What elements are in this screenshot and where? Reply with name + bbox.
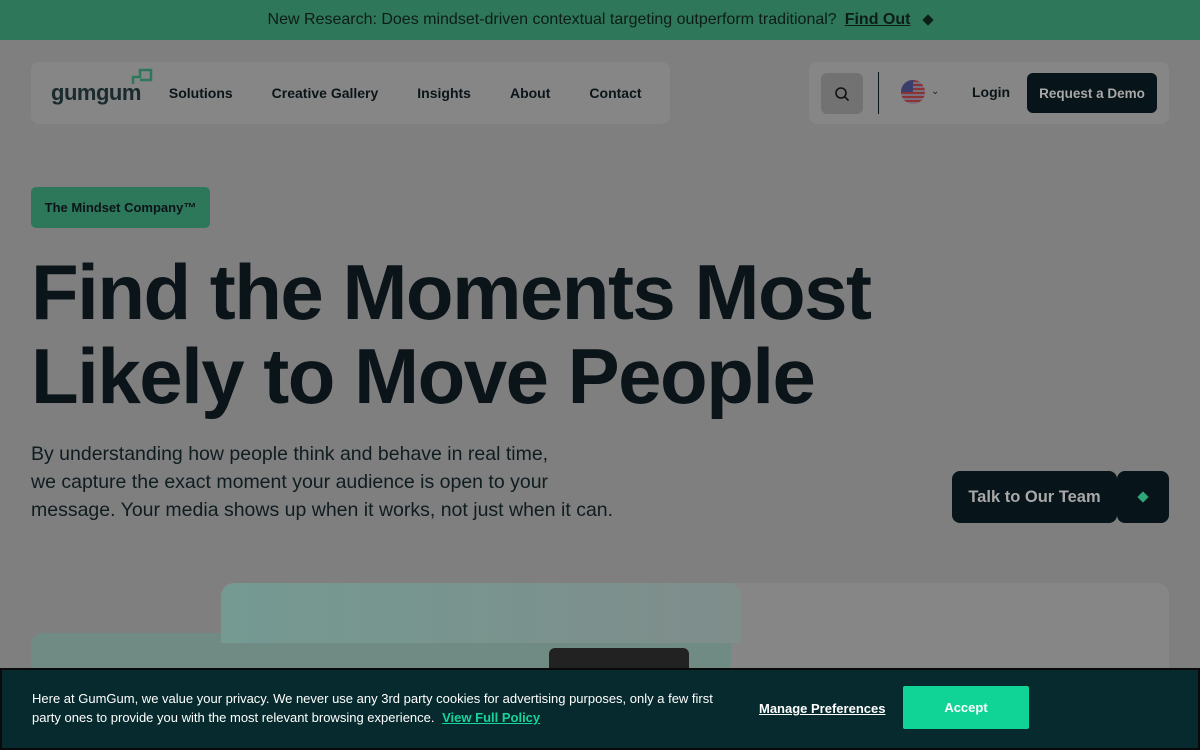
logo-mark-icon: [131, 68, 153, 84]
announcement-bar: New Research: Does mindset-driven contex…: [0, 0, 1200, 40]
search-icon: [835, 86, 850, 101]
cookie-message: Here at GumGum, we value your privacy. W…: [32, 689, 732, 727]
search-button[interactable]: [821, 73, 863, 114]
nav-solutions[interactable]: Solutions: [169, 85, 233, 101]
find-out-link[interactable]: Find Out: [845, 11, 911, 29]
description-line-1: By understanding how people think and be…: [31, 443, 549, 465]
headline-line-2: Likely to Move People: [31, 332, 816, 420]
talk-to-team-button[interactable]: Talk to Our Team: [952, 471, 1117, 523]
announcement-text: New Research: Does mindset-driven contex…: [267, 11, 837, 28]
nav-insights[interactable]: Insights: [417, 85, 471, 101]
cookie-line-1: Here at GumGum, we value your privacy. W…: [32, 691, 713, 706]
utility-nav: ⌄ Login Request a Demo: [809, 62, 1169, 124]
cta-arrow-button[interactable]: [1117, 471, 1169, 523]
hero-media: [31, 583, 1169, 693]
diamond-icon: [1137, 491, 1149, 503]
cookie-line-2: party ones to provide you with the most …: [32, 710, 435, 725]
hero-headline: Find the Moments Most Likely to Move Peo…: [31, 250, 931, 418]
login-link[interactable]: Login: [972, 84, 1010, 100]
description-line-3: message. Your media shows up when it wor…: [31, 499, 614, 521]
manage-preferences-link[interactable]: Manage Preferences: [759, 701, 885, 716]
description-line-2: we capture the exact moment your audienc…: [31, 471, 549, 493]
nav-contact[interactable]: Contact: [589, 85, 641, 101]
logo-text: gumgum: [51, 80, 141, 105]
main-nav: gumgum Solutions Creative Gallery Insigh…: [31, 62, 670, 124]
request-demo-button[interactable]: Request a Demo: [1027, 73, 1157, 113]
headline-line-1: Find the Moments Most: [31, 248, 872, 336]
media-image: [221, 583, 741, 643]
hero-description: By understanding how people think and be…: [31, 440, 641, 524]
view-policy-link[interactable]: View Full Policy: [442, 710, 540, 725]
divider: [878, 72, 879, 114]
gumgum-logo[interactable]: gumgum: [51, 68, 153, 106]
nav-about[interactable]: About: [510, 85, 550, 101]
company-badge: The Mindset Company™: [31, 187, 210, 228]
nav-creative-gallery[interactable]: Creative Gallery: [272, 85, 379, 101]
us-flag-icon[interactable]: [901, 80, 925, 104]
chevron-down-icon[interactable]: ⌄: [931, 86, 939, 97]
diamond-icon: [922, 14, 935, 26]
accept-button[interactable]: Accept: [903, 686, 1029, 729]
cookie-banner: Here at GumGum, we value your privacy. W…: [0, 668, 1200, 750]
